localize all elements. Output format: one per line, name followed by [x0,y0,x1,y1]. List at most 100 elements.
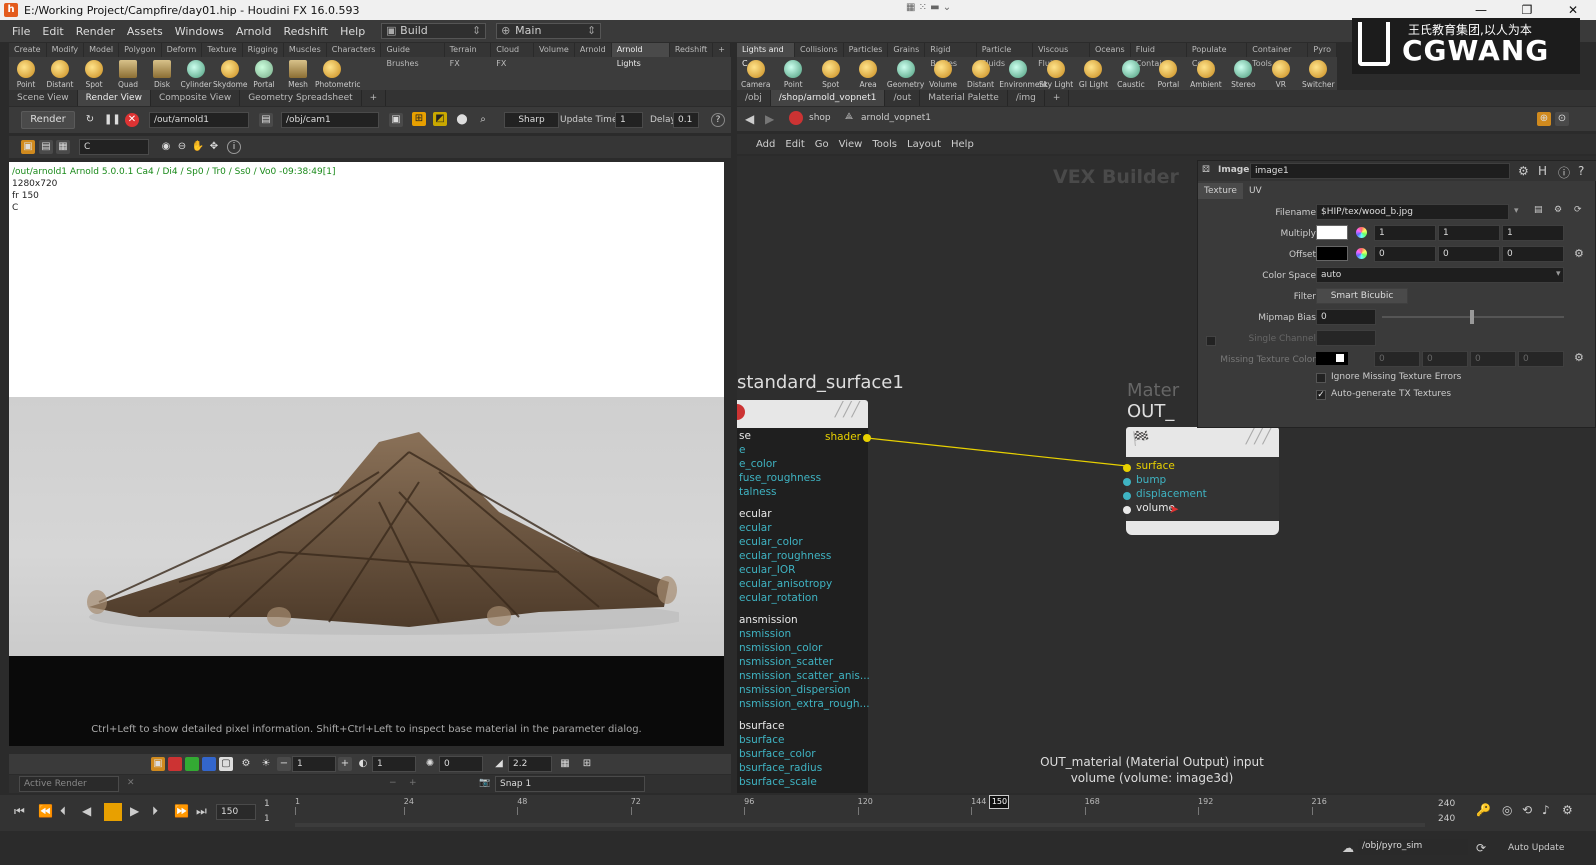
target-icon[interactable]: ◉ [159,140,173,154]
shelf-tab[interactable]: Modify [47,43,85,57]
shelf-tab[interactable]: Particles [844,43,889,57]
dropdown-icon[interactable]: ▾ [1556,269,1561,279]
pick-icon[interactable]: ✥ [207,140,221,154]
delay-field[interactable]: 0.1 [673,112,699,128]
single-channel-checkbox[interactable] [1206,336,1216,346]
gear-icon[interactable]: ⚙ [1574,247,1584,260]
input-port-label[interactable]: ecular_rotation [739,592,818,604]
add-pane-icon[interactable]: + [362,90,387,106]
maximize-button[interactable]: ❐ [1504,0,1550,20]
step-forward-icon[interactable]: ⏵ [152,804,158,819]
contrast-icon[interactable]: ◐ [356,757,370,771]
help-icon[interactable]: ? [1578,164,1584,178]
input-port-label[interactable]: e [739,444,745,456]
gear-icon[interactable]: ⚙ [1574,351,1584,364]
shelf-tab[interactable]: Rigid Bodies [925,43,977,68]
shelf-tab[interactable]: Populate Con... [1187,43,1248,68]
shelf-tool-photometric[interactable]: Photometric [315,57,361,89]
pane-tab[interactable]: /obj [737,90,771,106]
shader-output-port[interactable] [863,434,871,442]
close-history-icon[interactable]: ✕ [127,778,135,788]
menu-file[interactable]: File [6,25,36,38]
input-port-label[interactable]: nsmission_scatter [739,656,833,668]
pin-icon[interactable]: ⊕ [1537,112,1551,126]
add-pane-icon[interactable]: + [1045,90,1070,106]
shelf-tool-mesh[interactable]: Mesh [281,57,315,89]
refresh-icon[interactable]: ⟳ [1476,841,1486,855]
shelf-tab[interactable]: Volume [534,43,575,57]
input-port-label[interactable]: ecular_anisotropy [739,578,832,590]
prev-key-icon[interactable]: ⏪ [38,804,53,818]
shelf-tab[interactable]: Redshift [670,43,714,57]
shelf-tool-spot[interactable]: Spot [77,57,111,89]
volume-input-port[interactable] [1123,506,1131,514]
auto-tx-checkbox[interactable]: ✓ [1316,390,1326,400]
play-icon[interactable]: ▶ [130,804,139,818]
minus-button[interactable]: − [277,757,291,771]
hand-icon[interactable]: ✋ [191,140,205,154]
menu-redshift[interactable]: Redshift [277,25,334,38]
net-menu-add[interactable]: Add [751,139,780,150]
auto-update-label[interactable]: Auto Update [1508,843,1564,853]
shelf-tab[interactable]: Arnold [575,43,612,57]
shelf-tool-gi-light[interactable]: GI Light [1075,57,1112,89]
shelf-tab[interactable]: Oceans [1090,43,1131,57]
out-material-node[interactable]: 🏁 ╱╱╱ [1126,427,1279,457]
gamma-field[interactable]: 2.2 [508,756,552,772]
rop-field[interactable]: /out/arnold1 [149,112,249,128]
key-icon[interactable]: 🔑 [1476,803,1491,817]
path-shop[interactable]: shop [809,113,831,123]
desktop-main-dropdown[interactable]: ⊕ Main ⇕ [496,23,602,39]
camera-field[interactable]: /obj/cam1 [281,112,379,128]
shelf-tool-camera[interactable]: Camera [737,57,774,89]
display-icon[interactable]: ▣ [151,757,165,771]
light-icon[interactable]: ⬤ [455,113,469,127]
filter-dropdown[interactable]: Smart Bicubic [1316,288,1408,304]
remove-snap-icon[interactable]: − [389,778,397,788]
pane-tab[interactable]: Render View [77,90,151,106]
input-port-label[interactable]: fuse_roughness [739,472,821,484]
ignore-missing-checkbox[interactable] [1316,373,1326,383]
shelf-tab[interactable]: Create [9,43,47,57]
settings-icon[interactable]: ⚙ [239,757,253,771]
input-port-label[interactable]: ecular_color [739,536,803,548]
shelf-tab[interactable]: Arnold Lights [611,43,670,68]
input-port-label[interactable]: nsmission_dispersion [739,684,850,696]
net-menu-layout[interactable]: Layout [902,139,946,150]
input-port-label[interactable]: ecular [739,522,772,534]
back-icon[interactable]: ◀ [745,112,754,126]
missing-color-swatch[interactable] [1316,352,1348,365]
input-port-label[interactable]: bsurface_scale [739,776,817,788]
path-node[interactable]: arnold_vopnet1 [861,113,931,123]
minimize-button[interactable]: — [1458,0,1504,20]
forward-icon[interactable]: ▶ [765,112,774,126]
menu-arnold[interactable]: Arnold [230,25,278,38]
rgb-icon[interactable]: ▣ [21,140,35,154]
pane-tab[interactable]: Geometry Spreadsheet [240,90,362,106]
add-snap-icon[interactable]: + [409,778,417,788]
channel-dropdown[interactable]: C [79,139,149,155]
input-port-label[interactable]: ecular_roughness [739,550,831,562]
shelf-tab[interactable]: Fluid Contai... [1131,43,1187,68]
multiply-color-swatch[interactable] [1316,225,1348,240]
dropdown-icon[interactable]: ▾ [1514,206,1519,216]
gear-icon[interactable]: ⚙ [1518,164,1529,178]
step-back-icon[interactable]: ⏴ [60,804,66,819]
color-wheel-icon[interactable] [1356,248,1367,259]
frame-field[interactable]: 150 [216,804,256,820]
net-menu-view[interactable]: View [834,139,868,150]
shelf-tab[interactable]: Rigging [243,43,284,57]
start-frame[interactable]: 1 [264,799,270,809]
lock-camera-icon[interactable]: ▣ [389,113,403,127]
shelf-tab[interactable]: Grains [888,43,926,57]
surface-input-port[interactable] [1123,464,1131,472]
brightness-icon[interactable]: ✺ [423,757,437,771]
file-browse-icon[interactable]: ▤ [1534,205,1543,215]
settings-icon[interactable]: ⚙ [1562,803,1573,817]
file-settings-icon[interactable]: ⚙ [1554,205,1562,215]
shelf-tab[interactable]: Muscles [284,43,327,57]
input-port-label[interactable]: nsmission_extra_rough... [739,698,870,710]
shelf-tool-disk[interactable]: Disk [145,57,179,89]
start-frame-2[interactable]: 1 [264,814,270,824]
preview-icon[interactable]: ◩ [433,112,447,126]
